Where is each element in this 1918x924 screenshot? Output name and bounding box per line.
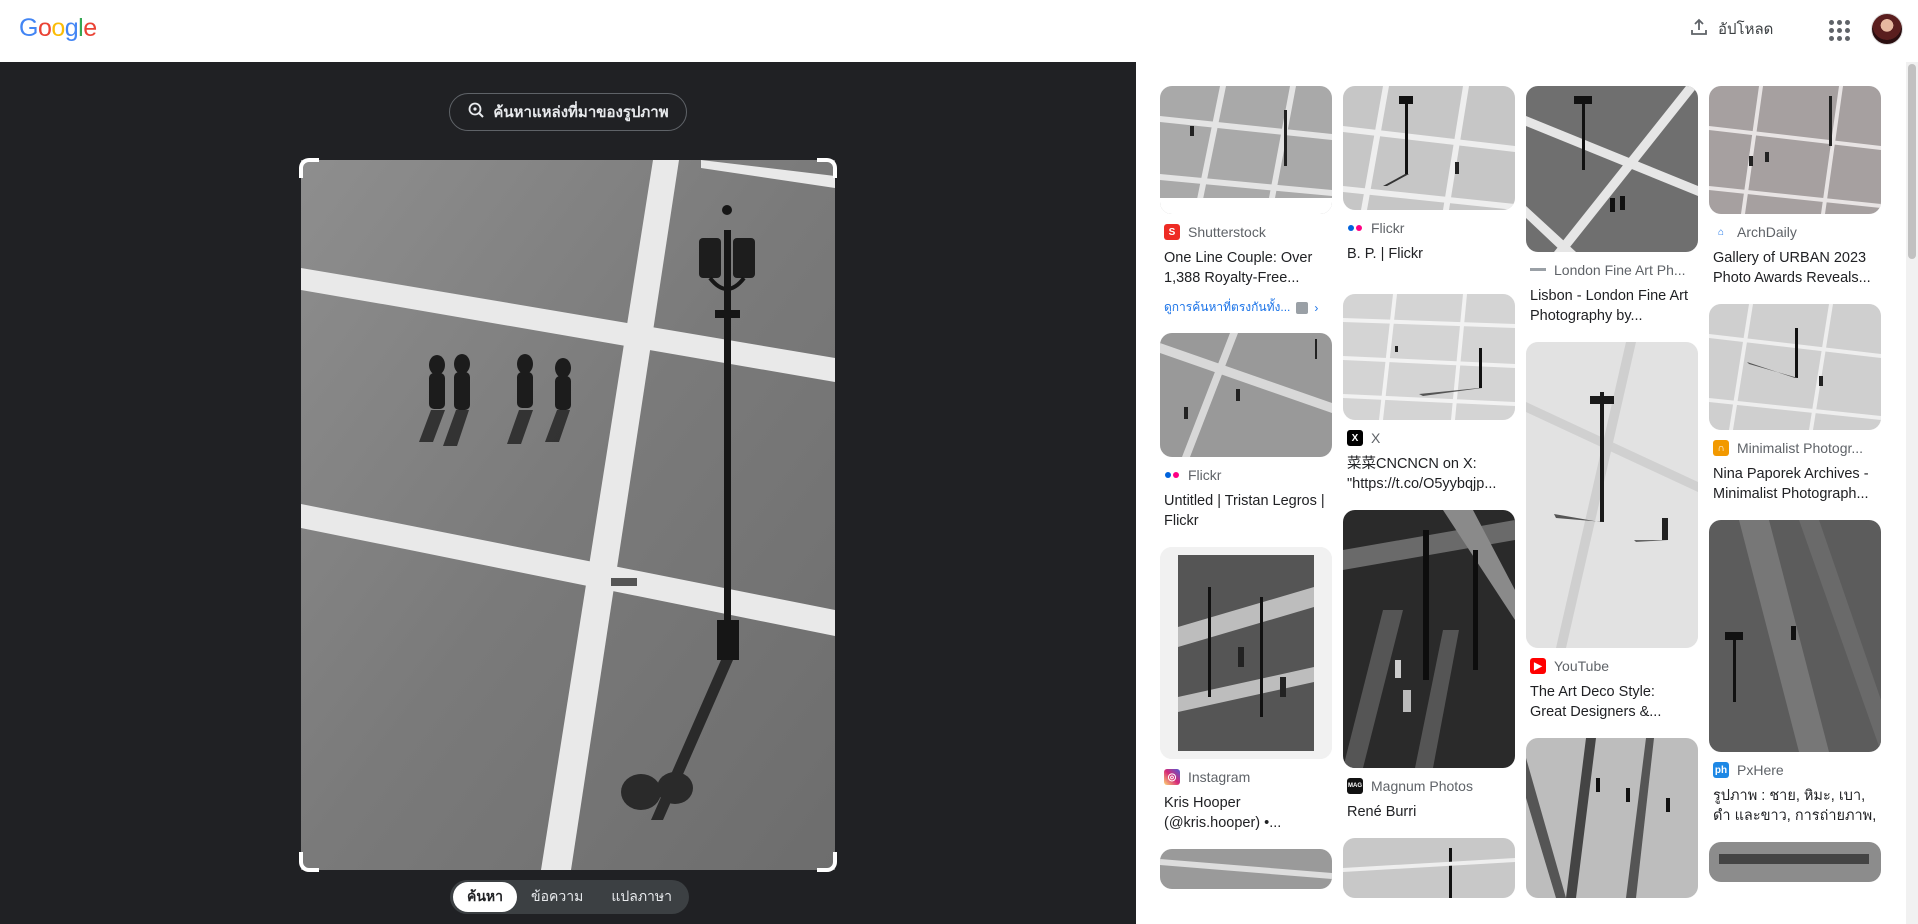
logo-letter: o [37,14,52,42]
result-thumbnail[interactable] [1709,86,1881,214]
result-thumbnail[interactable] [1709,842,1881,882]
source-name: X [1371,430,1381,446]
x-icon: X [1347,430,1363,446]
result-card[interactable]: Flickr B. P. | Flickr [1343,86,1515,264]
source-name: London Fine Art Ph... [1554,262,1686,278]
result-thumbnail[interactable] [1526,342,1698,648]
upload-button[interactable]: อัปโหลด [1690,14,1773,44]
result-title[interactable]: รูปภาพ : ชาย, หิมะ, เบา, ดำ และขาว, การถ… [1713,786,1877,826]
upload-label: อัปโหลด [1718,21,1774,38]
result-card[interactable]: ◎ Instagram Kris Hooper (@kris.hooper) •.… [1160,547,1332,833]
result-thumbnail[interactable] [1526,738,1698,898]
crop-selection[interactable] [299,158,837,872]
result-title[interactable]: Gallery of URBAN 2023 Photo Awards Revea… [1713,248,1877,288]
scrollbar-thumb[interactable] [1908,64,1916,259]
result-card[interactable] [1526,738,1698,898]
youtube-icon: ▶ [1530,658,1546,674]
archdaily-icon: ⌂ [1713,224,1729,240]
result-title[interactable]: 菜菜CNCNCN on X: "https://t.co/O5yybqjp... [1347,454,1511,494]
source-name: Minimalist Photogr... [1737,440,1864,456]
source-name: Magnum Photos [1371,778,1473,794]
result-thumbnail[interactable] [1343,510,1515,768]
lens-image-panel: ค้นหาแหล่งที่มาของรูปภาพ ค้นหา ข้อความ แ… [0,62,1136,924]
result-thumbnail[interactable] [1709,520,1881,752]
result-title[interactable]: Lisbon - London Fine Art Photography by.… [1530,286,1694,326]
london-fine-art-icon [1530,262,1546,278]
query-image [301,160,835,870]
result-title[interactable]: Kris Hooper (@kris.hooper) •... [1164,793,1328,833]
pxhere-icon: ph [1713,762,1729,778]
magnum-icon: MAG [1347,778,1363,794]
thumbnail-icon [1296,301,1309,314]
result-card[interactable]: S Shutterstock One Line Couple: Over 1,38… [1160,86,1332,317]
result-thumbnail[interactable] [1160,849,1332,889]
instagram-icon: ◎ [1164,769,1180,785]
result-title[interactable]: Untitled | Tristan Legros | Flickr [1164,491,1328,531]
logo-letter: g [64,14,79,42]
minimalist-icon: ∩ [1713,440,1729,456]
mode-tab[interactable]: แปลภาษา [597,882,686,912]
results-column-2: Flickr B. P. | Flickr XX 菜菜CNCNCN on X: … [1343,86,1515,914]
top-bar: Google อัปโหลด [0,0,1918,62]
result-card[interactable]: XX 菜菜CNCNCN on X: "https://t.co/O5yybqjp… [1343,294,1515,494]
result-thumbnail[interactable] [1343,86,1515,210]
results-column-4: ⌂ ArchDaily Gallery of URBAN 2023 Photo A… [1709,86,1881,898]
mode-tab[interactable]: ข้อความ [517,882,597,912]
logo-letter: e [83,14,97,42]
logo-letter: o [51,14,65,42]
source-name: YouTube [1554,658,1610,674]
result-card[interactable]: London Fine Art Ph... Lisbon - London Fi… [1526,86,1698,326]
find-source-label: ค้นหาแหล่งที่มาของรูปภาพ [493,104,669,121]
source-name: ArchDaily [1737,224,1797,240]
mode-tab[interactable]: ค้นหา [453,882,518,912]
result-card[interactable] [1343,838,1515,898]
result-thumbnail[interactable] [1160,333,1332,457]
result-card[interactable]: Flickr Untitled | Tristan Legros | Flick… [1160,333,1332,531]
result-thumbnail[interactable] [1160,547,1332,759]
logo-letter: G [19,14,38,42]
results-column-1: S Shutterstock One Line Couple: Over 1,38… [1160,86,1332,905]
visual-matches: S Shutterstock One Line Couple: Over 1,38… [1136,62,1918,924]
shutterstock-icon: S [1164,224,1180,240]
upload-icon [1690,18,1708,40]
source-name: PxHere [1737,762,1784,778]
result-thumbnail[interactable] [1343,838,1515,898]
source-name: Flickr [1371,220,1405,236]
chevron-right-icon: › [1314,300,1319,315]
result-thumbnail[interactable] [1526,86,1698,252]
apps-grid-icon[interactable] [1826,17,1852,43]
flickr-icon [1347,220,1363,236]
source-name: Flickr [1188,467,1222,483]
source-name: Shutterstock [1188,224,1266,240]
result-title[interactable]: Nina Paporek Archives - Minimalist Photo… [1713,464,1877,504]
result-thumbnail[interactable] [1343,294,1515,420]
result-title[interactable]: B. P. | Flickr [1347,244,1511,264]
result-card[interactable]: ∩ Minimalist Photogr... Nina Paporek Arch… [1709,304,1881,504]
flickr-icon [1164,467,1180,483]
result-card[interactable] [1160,849,1332,889]
result-thumbnail[interactable] [1160,86,1332,214]
result-title[interactable]: One Line Couple: Over 1,388 Royalty-Free… [1164,248,1328,288]
result-card[interactable]: ⌂ ArchDaily Gallery of URBAN 2023 Photo A… [1709,86,1881,288]
image-search-icon [467,101,485,123]
find-image-source-button[interactable]: ค้นหาแหล่งที่มาของรูปภาพ [449,93,687,131]
results-column-3: London Fine Art Ph... Lisbon - London Fi… [1526,86,1698,914]
results-scrollbar[interactable] [1906,62,1918,924]
result-card[interactable]: ph PxHere รูปภาพ : ชาย, หิมะ, เบา, ดำ และ… [1709,520,1881,826]
result-card[interactable]: ▶ YouTube The Art Deco Style: Great Desig… [1526,342,1698,722]
result-title[interactable]: René Burri [1347,802,1511,822]
related-label: ดูการค้นหาที่ตรงกันทั้ง... [1164,300,1291,314]
result-card[interactable]: MAG Magnum Photos René Burri [1343,510,1515,822]
result-card[interactable] [1709,842,1881,882]
source-name: Instagram [1188,769,1251,785]
avatar[interactable] [1871,13,1903,45]
result-title[interactable]: The Art Deco Style: Great Designers &... [1530,682,1694,722]
lens-mode-switcher: ค้นหา ข้อความ แปลภาษา [450,880,689,914]
result-thumbnail[interactable] [1709,304,1881,430]
related-matches-link[interactable]: ดูการค้นหาที่ตรงกันทั้ง... › [1164,298,1328,317]
google-logo[interactable]: Google [19,14,97,43]
